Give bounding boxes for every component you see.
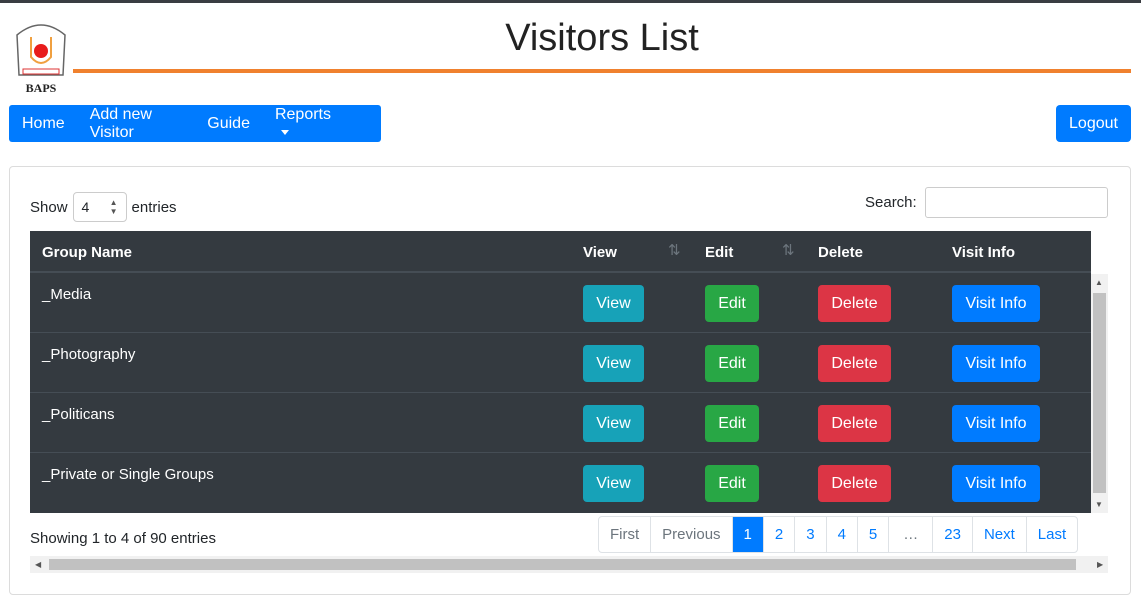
col-edit[interactable]: Edit: [705, 244, 733, 261]
search-input[interactable]: [924, 187, 1108, 218]
edit-button[interactable]: Edit: [705, 405, 759, 442]
group-name: _Private or Single Groups: [42, 466, 214, 483]
group-name: _Photography: [42, 346, 136, 363]
sort-icon[interactable]: ⇅: [668, 241, 681, 259]
page-23[interactable]: 23: [932, 517, 972, 552]
entries-select[interactable]: 4 ▲ ▼: [72, 192, 127, 222]
table-header: Group Name View ⇅ Edit ⇅ Delete Visit In…: [30, 231, 1091, 273]
visit-info-button[interactable]: Visit Info: [952, 465, 1040, 502]
vertical-scroll-thumb[interactable]: [1093, 293, 1106, 493]
entries-value: 4: [81, 199, 90, 215]
entries-label: entries: [131, 198, 177, 216]
edit-button[interactable]: Edit: [705, 285, 759, 322]
navbar: Home Add new Visitor Guide Reports: [9, 105, 381, 142]
visit-info-button[interactable]: Visit Info: [952, 405, 1040, 442]
view-button[interactable]: View: [583, 405, 644, 442]
page-3[interactable]: 3: [794, 517, 825, 552]
page-2[interactable]: 2: [762, 517, 794, 552]
col-visit-info: Visit Info: [952, 244, 1016, 261]
view-button[interactable]: View: [583, 465, 644, 502]
view-button[interactable]: View: [583, 285, 644, 322]
page-1[interactable]: 1: [731, 517, 763, 552]
logout-button[interactable]: Logout: [1056, 105, 1131, 142]
table-row: _Politicans View Edit Delete Visit Info: [30, 393, 1091, 453]
scroll-right-icon[interactable]: ▶: [1097, 560, 1103, 569]
scroll-left-icon[interactable]: ◀: [35, 560, 41, 569]
svg-text:BAPS: BAPS: [26, 81, 57, 95]
nav-reports-label: Reports: [274, 105, 331, 123]
select-arrows-icon: ▲ ▼: [109, 198, 118, 216]
delete-button[interactable]: Delete: [818, 345, 891, 382]
page-ellipsis: …: [888, 517, 932, 552]
col-group-name[interactable]: Group Name: [42, 244, 132, 261]
scroll-up-icon[interactable]: ▲: [1095, 278, 1103, 287]
view-button[interactable]: View: [583, 345, 644, 382]
group-name: _Politicans: [42, 406, 115, 423]
table-info: Showing 1 to 4 of 90 entries: [30, 530, 216, 547]
nav-add-visitor[interactable]: Add new Visitor: [90, 106, 183, 142]
visit-info-button[interactable]: Visit Info: [952, 285, 1040, 322]
page-next[interactable]: Next: [971, 517, 1026, 552]
table-row: _Media View Edit Delete Visit Info: [30, 273, 1091, 333]
edit-button[interactable]: Edit: [705, 345, 759, 382]
show-label: Show: [30, 198, 68, 216]
delete-button[interactable]: Delete: [818, 465, 891, 502]
scroll-down-icon[interactable]: ▼: [1095, 500, 1103, 509]
nav-reports[interactable]: Reports: [275, 106, 356, 142]
search-label: Search:: [865, 194, 917, 211]
edit-button[interactable]: Edit: [705, 465, 759, 502]
table-row: _Photography View Edit Delete Visit Info: [30, 333, 1091, 393]
horizontal-scroll-thumb[interactable]: [49, 559, 1076, 570]
col-delete: Delete: [818, 244, 864, 261]
table-row: _Private or Single Groups View Edit Dele…: [30, 453, 1091, 513]
page-previous[interactable]: Previous: [650, 517, 731, 552]
header-divider: [73, 69, 1131, 73]
page-4[interactable]: 4: [825, 517, 857, 552]
col-view[interactable]: View: [583, 244, 617, 261]
nav-guide[interactable]: Guide: [207, 115, 250, 133]
group-name: _Media: [42, 286, 92, 303]
page-5[interactable]: 5: [856, 517, 888, 552]
visit-info-button[interactable]: Visit Info: [952, 345, 1040, 382]
pagination: First Previous 1 2 3 4 5 … 23 Next Last: [598, 516, 1079, 553]
entries-length: Show 4 ▲ ▼ entries: [30, 192, 177, 222]
sort-icon[interactable]: ⇅: [782, 241, 795, 259]
delete-button[interactable]: Delete: [818, 405, 891, 442]
nav-home[interactable]: Home: [22, 115, 65, 133]
visitors-table: Group Name View ⇅ Edit ⇅ Delete Visit In…: [30, 231, 1091, 513]
page-title: Visitors List: [505, 17, 699, 59]
page-first[interactable]: First: [599, 517, 650, 552]
search-box: Search:: [865, 187, 1108, 218]
delete-button[interactable]: Delete: [818, 285, 891, 322]
page-last[interactable]: Last: [1025, 517, 1077, 552]
caret-down-icon: [280, 129, 289, 135]
